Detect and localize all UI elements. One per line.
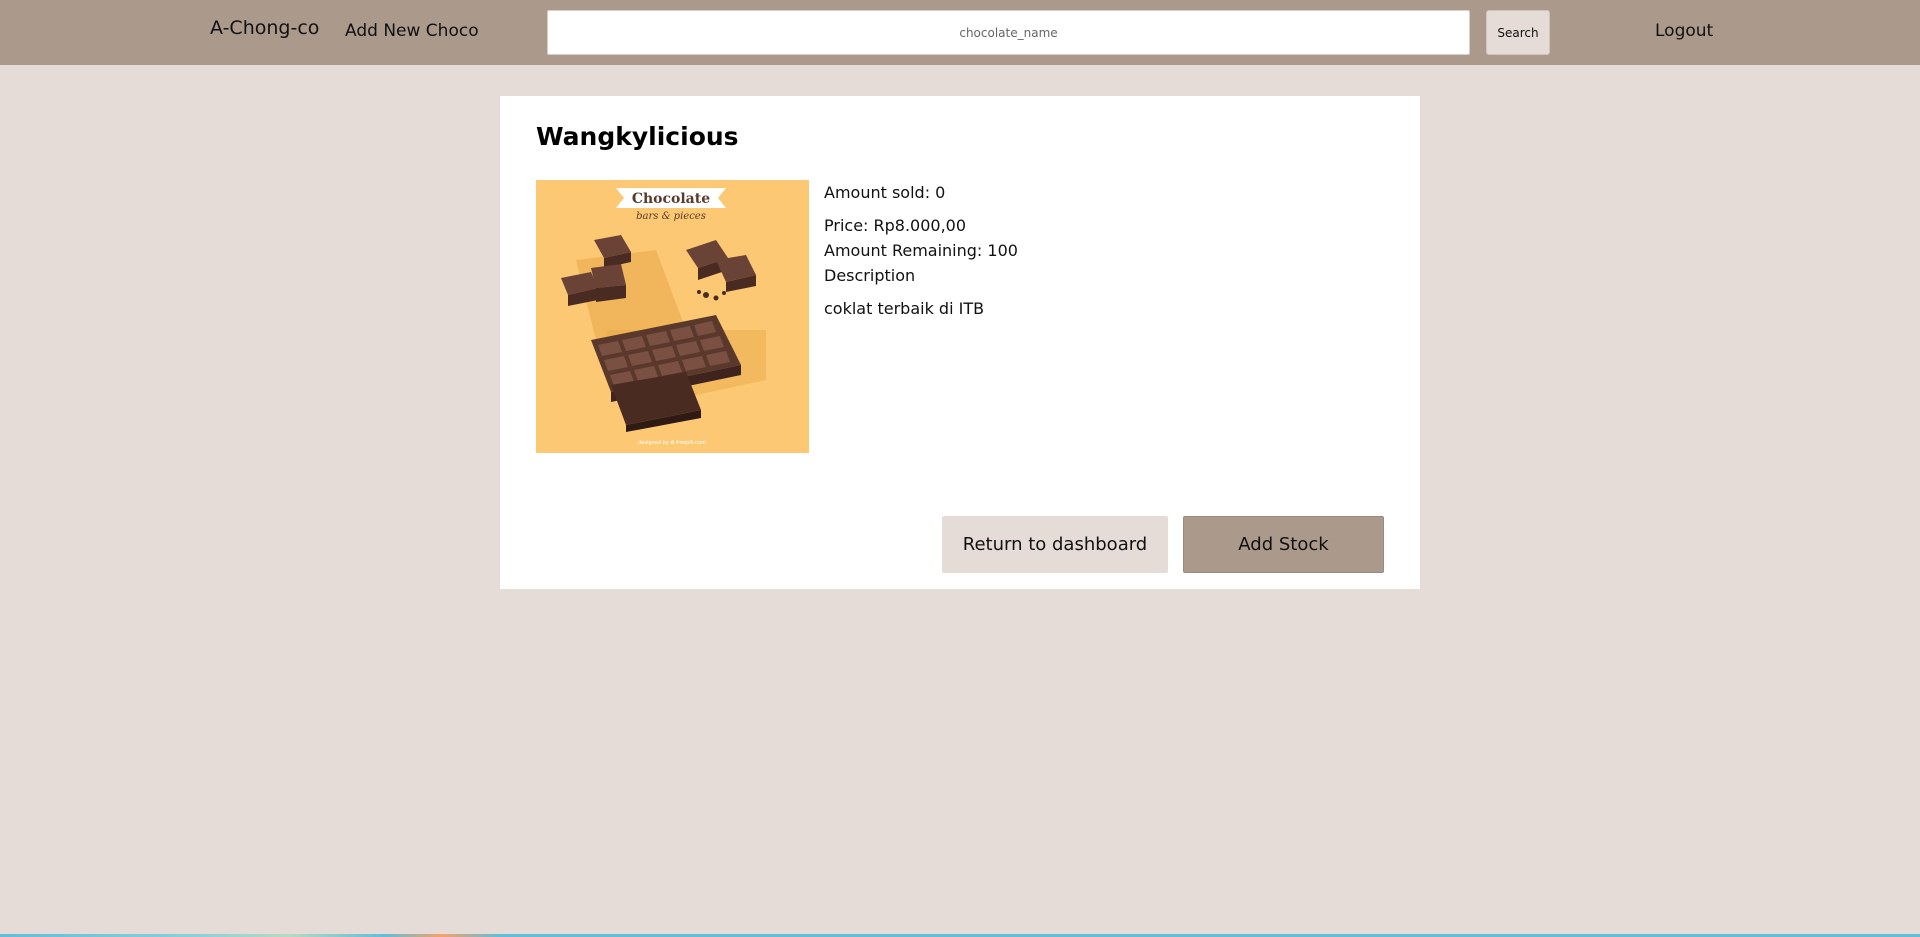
product-title: Wangkylicious <box>536 122 739 151</box>
logout-link[interactable]: Logout <box>1655 21 1713 41</box>
price: Price: Rp8.000,00 <box>824 216 967 235</box>
banner-title: Chocolate <box>632 191 710 207</box>
amount-remaining: Amount Remaining: 100 <box>824 241 1018 260</box>
product-info: Amount sold: 0 Price: Rp8.000,00 Amount … <box>824 180 1018 321</box>
banner-subtitle: bars & pieces <box>636 211 706 222</box>
image-credit: designed by ✿ freepik.com <box>638 440 706 446</box>
search-button[interactable]: Search <box>1486 10 1550 55</box>
search-input[interactable] <box>547 10 1470 55</box>
return-to-dashboard-button[interactable]: Return to dashboard <box>942 516 1168 573</box>
add-stock-button[interactable]: Add Stock <box>1183 516 1384 573</box>
add-new-choco-link[interactable]: Add New Choco <box>345 21 479 41</box>
top-navbar: A-Chong-co Add New Choco Search Logout <box>0 0 1920 65</box>
product-detail-card: Wangkylicious Chocolate bars & pieces de… <box>500 96 1420 589</box>
brand-logo[interactable]: A-Chong-co <box>210 17 319 39</box>
description-label: Description <box>824 266 916 285</box>
product-image: Chocolate bars & pieces designed by ✿ fr… <box>536 180 809 453</box>
amount-sold: Amount sold: 0 <box>824 183 946 202</box>
chocolate-illustration: Chocolate bars & pieces designed by ✿ fr… <box>536 180 809 453</box>
description-text: coklat terbaik di ITB <box>824 299 985 318</box>
